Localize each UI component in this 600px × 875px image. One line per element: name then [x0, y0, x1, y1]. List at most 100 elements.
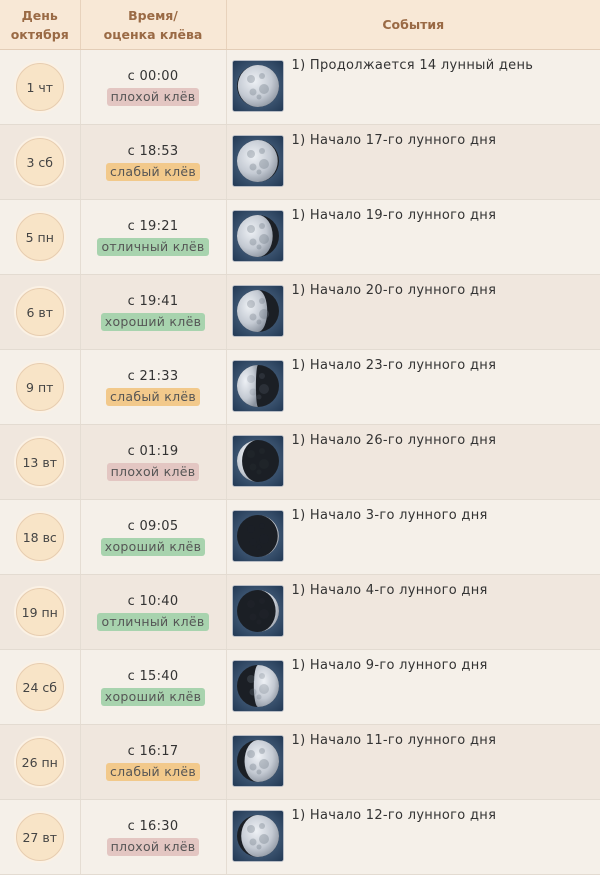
- time-cell: с 15:40 хороший клёв: [80, 649, 227, 725]
- moon-phase-icon: [231, 510, 284, 562]
- day-label: 6 вт: [26, 304, 54, 320]
- event-text: 1) Начало 9-го лунного дня: [291, 658, 488, 673]
- time-cell: с 01:19 плохой клёв: [80, 424, 227, 500]
- events-cell: 1) Начало 4-го лунного дня: [226, 574, 600, 650]
- day-label: 26 пн: [21, 754, 58, 770]
- day-badge: 13 вт: [15, 438, 64, 486]
- event-text: 1) Начало 4-го лунного дня: [291, 583, 488, 598]
- time-cell: с 09:05 хороший клёв: [80, 499, 227, 575]
- bite-rating-badge: слабый клёв: [105, 388, 201, 406]
- time-cell: с 10:40 отличный клёв: [80, 574, 227, 650]
- bite-rating-badge: плохой клёв: [106, 88, 200, 106]
- moon-phase-icon: [231, 585, 284, 637]
- events-cell: 1) Начало 11-го лунного дня: [226, 724, 600, 800]
- event-text: 1) Начало 11-го лунного дня: [291, 733, 497, 748]
- start-time: с 16:17: [127, 744, 179, 759]
- day-cell: 24 сб: [0, 649, 81, 725]
- day-cell: 5 пн: [0, 199, 81, 275]
- header-time-line1: Время/: [128, 7, 178, 23]
- day-badge: 18 вс: [15, 513, 64, 561]
- start-time: с 19:41: [127, 294, 179, 309]
- bite-rating-badge: плохой клёв: [106, 838, 200, 856]
- time-cell: с 19:41 хороший клёв: [80, 274, 227, 350]
- bite-rating-badge: хороший клёв: [100, 313, 206, 331]
- time-cell: с 21:33 слабый клёв: [80, 349, 227, 425]
- event-text: 1) Начало 23-го лунного дня: [291, 358, 497, 373]
- day-cell: 6 вт: [0, 274, 81, 350]
- day-label: 13 вт: [22, 454, 58, 470]
- moon-phase-icon: [231, 660, 284, 712]
- table-row: 18 вс с 09:05 хороший клёв 1) Начало 3-г…: [0, 499, 600, 575]
- time-cell: с 19:21 отличный клёв: [80, 199, 227, 275]
- bite-rating-badge: слабый клёв: [105, 163, 201, 181]
- moon-phase-icon: [231, 135, 284, 187]
- event-text: 1) Начало 19-го лунного дня: [291, 208, 497, 223]
- day-label: 18 вс: [22, 529, 57, 545]
- column-header-day: День октября: [0, 0, 81, 50]
- event-text: 1) Продолжается 14 лунный день: [291, 58, 534, 73]
- events-cell: 1) Начало 26-го лунного дня: [226, 424, 600, 500]
- moon-phase-icon: [231, 360, 284, 412]
- day-badge: 3 сб: [15, 138, 64, 186]
- day-cell: 26 пн: [0, 724, 81, 800]
- day-label: 9 пт: [26, 379, 54, 395]
- day-badge: 5 пн: [15, 213, 64, 261]
- day-cell: 27 вт: [0, 799, 81, 875]
- bite-rating-badge: отличный клёв: [97, 613, 209, 631]
- moon-phase-icon: [231, 210, 284, 262]
- moon-phase-icon: [231, 735, 284, 787]
- start-time: с 19:21: [127, 219, 179, 234]
- events-cell: 1) Начало 17-го лунного дня: [226, 124, 600, 200]
- moon-phase-icon: [231, 285, 284, 337]
- day-cell: 3 сб: [0, 124, 81, 200]
- table-row: 3 сб с 18:53 слабый клёв 1) Начало 17-го…: [0, 124, 600, 200]
- time-cell: с 16:30 плохой клёв: [80, 799, 227, 875]
- event-text: 1) Начало 20-го лунного дня: [291, 283, 497, 298]
- day-label: 27 вт: [22, 829, 58, 845]
- column-header-events: События: [226, 0, 600, 50]
- day-label: 3 сб: [26, 154, 53, 170]
- event-text: 1) Начало 26-го лунного дня: [291, 433, 497, 448]
- header-events-label: События: [382, 17, 445, 32]
- day-cell: 18 вс: [0, 499, 81, 575]
- events-cell: 1) Начало 20-го лунного дня: [226, 274, 600, 350]
- bite-rating-badge: плохой клёв: [106, 463, 200, 481]
- moon-phase-icon: [231, 435, 284, 487]
- start-time: с 16:30: [127, 819, 179, 834]
- start-time: с 21:33: [127, 369, 179, 384]
- day-label: 1 чт: [26, 79, 54, 95]
- start-time: с 18:53: [127, 144, 179, 159]
- table-row: 13 вт с 01:19 плохой клёв 1) Начало 26-г…: [0, 424, 600, 500]
- table-row: 1 чт с 00:00 плохой клёв 1) Продолжается…: [0, 49, 600, 125]
- events-cell: 1) Начало 3-го лунного дня: [226, 499, 600, 575]
- header-time-line2: оценка клёва: [103, 26, 203, 42]
- start-time: с 00:00: [127, 69, 179, 84]
- table-row: 9 пт с 21:33 слабый клёв 1) Начало 23-го…: [0, 349, 600, 425]
- events-cell: 1) Начало 23-го лунного дня: [226, 349, 600, 425]
- moon-phase-icon: [231, 60, 284, 112]
- table-row: 19 пн с 10:40 отличный клёв 1) Начало 4-…: [0, 574, 600, 650]
- table-row: 5 пн с 19:21 отличный клёв 1) Начало 19-…: [0, 199, 600, 275]
- event-text: 1) Начало 12-го лунного дня: [291, 808, 497, 823]
- day-label: 19 пн: [21, 604, 58, 620]
- day-cell: 9 пт: [0, 349, 81, 425]
- start-time: с 09:05: [127, 519, 179, 534]
- event-text: 1) Начало 3-го лунного дня: [291, 508, 488, 523]
- lunar-fishing-calendar: День октября Время/ оценка клёва События…: [0, 0, 600, 875]
- table-row: 24 сб с 15:40 хороший клёв 1) Начало 9-г…: [0, 649, 600, 725]
- moon-phase-icon: [231, 810, 284, 862]
- header-day-line2: октября: [10, 26, 69, 42]
- start-time: с 01:19: [127, 444, 179, 459]
- day-cell: 1 чт: [0, 49, 81, 125]
- day-label: 24 сб: [22, 679, 57, 695]
- table-row: 26 пн с 16:17 слабый клёв 1) Начало 11-г…: [0, 724, 600, 800]
- event-text: 1) Начало 17-го лунного дня: [291, 133, 497, 148]
- bite-rating-badge: хороший клёв: [100, 538, 206, 556]
- header-row: День октября Время/ оценка клёва События: [0, 0, 600, 50]
- day-badge: 9 пт: [15, 363, 64, 411]
- table-row: 6 вт с 19:41 хороший клёв 1) Начало 20-г…: [0, 274, 600, 350]
- table-row: 27 вт с 16:30 плохой клёв 1) Начало 12-г…: [0, 799, 600, 875]
- events-cell: 1) Начало 12-го лунного дня: [226, 799, 600, 875]
- day-badge: 27 вт: [15, 813, 64, 861]
- time-cell: с 16:17 слабый клёв: [80, 724, 227, 800]
